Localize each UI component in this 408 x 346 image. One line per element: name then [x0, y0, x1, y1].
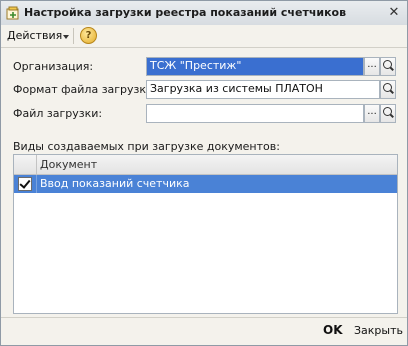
chevron-down-icon[interactable]	[63, 35, 69, 39]
actions-menu-button[interactable]: Действия	[7, 29, 62, 42]
title-bar: Настройка загрузки реестра показаний сче…	[1, 1, 407, 26]
format-value: Загрузка из системы ПЛАТОН	[150, 82, 323, 95]
file-open-button[interactable]	[380, 104, 396, 123]
row-checkbox[interactable]	[18, 177, 32, 191]
dialog-window: Настройка загрузки реестра показаний сче…	[0, 0, 408, 346]
file-field[interactable]	[146, 104, 364, 123]
ok-button[interactable]: OK	[323, 323, 343, 337]
toolbar: Действия ?	[1, 25, 407, 48]
column-header-document[interactable]: Документ	[40, 158, 97, 171]
search-icon	[383, 83, 392, 92]
organization-value: ТСЖ "Престиж"	[150, 59, 242, 72]
format-open-button[interactable]	[380, 80, 396, 99]
search-icon	[383, 60, 392, 69]
config-icon	[6, 6, 19, 20]
column-divider	[36, 155, 37, 174]
format-field[interactable]: Загрузка из системы ПЛАТОН	[146, 80, 380, 99]
close-button[interactable]: Закрыть	[354, 324, 403, 337]
search-icon	[383, 107, 392, 116]
close-icon[interactable]: ✕	[387, 6, 401, 20]
file-select-button[interactable]: ...	[364, 104, 380, 123]
window-title: Настройка загрузки реестра показаний сче…	[24, 6, 347, 19]
documents-section-label: Виды создаваемых при загрузке документов…	[13, 140, 280, 153]
table-header: Документ	[14, 155, 397, 175]
organization-label: Организация:	[13, 60, 94, 73]
help-icon[interactable]: ?	[80, 27, 97, 44]
file-label: Файл загрузки:	[13, 107, 103, 120]
row-document-name: Ввод показаний счетчика	[40, 177, 190, 190]
format-label: Формат файла загрузки:	[13, 83, 157, 96]
footer-divider	[1, 317, 407, 318]
organization-select-button[interactable]: ...	[364, 57, 380, 76]
documents-table[interactable]: Документ Ввод показаний счетчика	[13, 154, 398, 314]
organization-open-button[interactable]	[380, 57, 396, 76]
organization-field[interactable]: ТСЖ "Престиж"	[146, 57, 364, 76]
column-divider	[36, 175, 37, 193]
toolbar-divider	[73, 28, 74, 44]
table-row[interactable]: Ввод показаний счетчика	[14, 175, 397, 193]
